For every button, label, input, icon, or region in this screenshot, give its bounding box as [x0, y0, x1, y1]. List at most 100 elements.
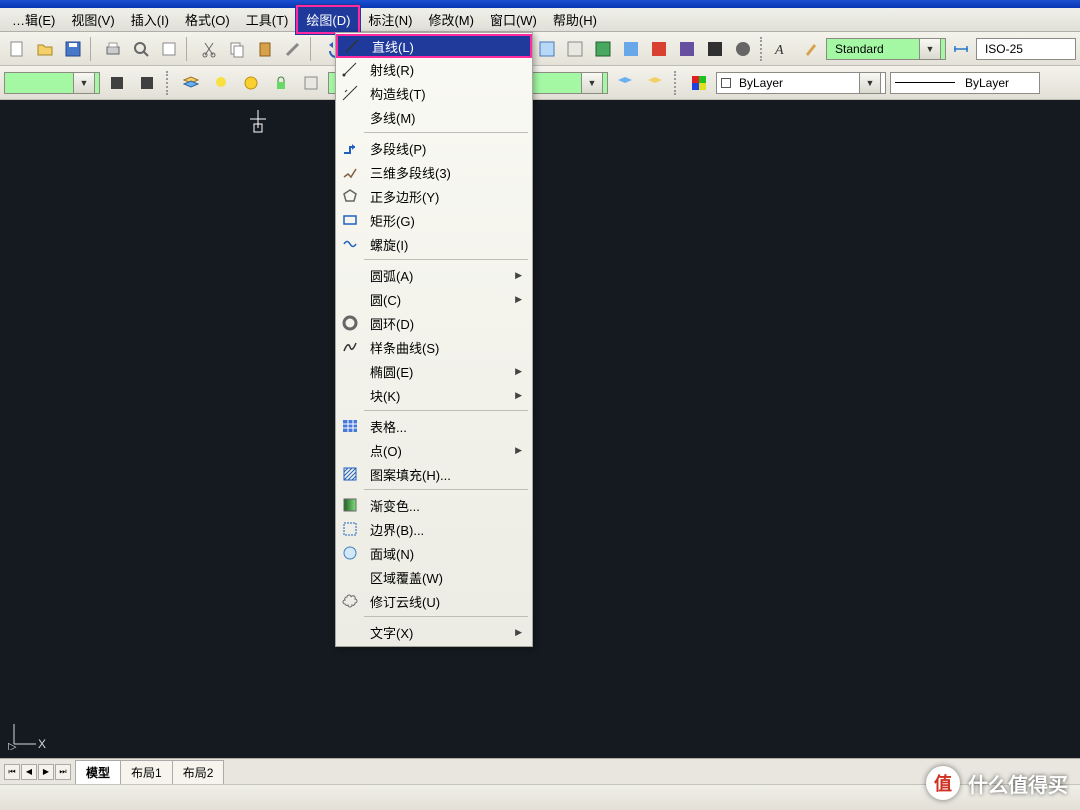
menu-label: 矩形(G) — [364, 211, 526, 230]
menu-item-circle[interactable]: 圆(C)▶ — [336, 287, 532, 311]
menu-item-line[interactable]: 直线(L) — [336, 34, 532, 58]
tb-icon[interactable] — [534, 36, 560, 62]
menu-window[interactable]: 窗口(W) — [482, 7, 545, 32]
tab-next-icon[interactable]: ▶ — [38, 764, 54, 780]
freeze-icon[interactable] — [238, 70, 264, 96]
text-style-icon[interactable]: A — [770, 36, 796, 62]
menu-label: 修订云线(U) — [364, 592, 526, 611]
menu-item-text[interactable]: 文字(X)▶ — [336, 620, 532, 644]
match-icon[interactable] — [280, 36, 306, 62]
color-icon[interactable] — [686, 70, 712, 96]
tab-model[interactable]: 模型 — [75, 760, 121, 784]
lock-icon[interactable] — [268, 70, 294, 96]
menu-item-boundary[interactable]: 边界(B)... — [336, 517, 532, 541]
menu-edit[interactable]: …辑(E) — [4, 7, 63, 32]
dim-style-icon[interactable] — [948, 36, 974, 62]
menu-item-xline[interactable]: 构造线(T) — [336, 81, 532, 105]
layer-icon[interactable] — [298, 70, 324, 96]
ellipse-icon — [336, 361, 364, 381]
dim-style-value: ISO-25 — [981, 42, 1071, 56]
menu-draw[interactable]: 绘图(D) — [296, 5, 360, 34]
menu-item-point[interactable]: 点(O)▶ — [336, 438, 532, 462]
brush-icon[interactable] — [798, 36, 824, 62]
menu-tools[interactable]: 工具(T) — [238, 7, 297, 32]
color-combo[interactable]: ByLayer ▼ — [716, 72, 886, 94]
menu-item-block[interactable]: 块(K)▶ — [336, 383, 532, 407]
menu-label: 正多边形(Y) — [364, 187, 526, 206]
text-style-combo[interactable]: Standard ▼ — [826, 38, 946, 60]
menu-item-wipeout[interactable]: 区域覆盖(W) — [336, 565, 532, 589]
tb-icon[interactable] — [590, 36, 616, 62]
menu-item-pline[interactable]: 多段线(P) — [336, 136, 532, 160]
menu-view[interactable]: 视图(V) — [63, 7, 122, 32]
menu-item-hatch[interactable]: 图案填充(H)... — [336, 462, 532, 486]
tb-icon[interactable] — [562, 36, 588, 62]
dropdown-icon[interactable]: ▼ — [919, 38, 941, 60]
svg-text:X: X — [38, 737, 46, 750]
menu-item-arc[interactable]: 圆弧(A)▶ — [336, 263, 532, 287]
open-icon[interactable] — [32, 36, 58, 62]
tb-icon[interactable] — [646, 36, 672, 62]
dropdown-icon[interactable]: ▼ — [73, 72, 95, 94]
preview-icon[interactable] — [128, 36, 154, 62]
paste-icon[interactable] — [252, 36, 278, 62]
tb-icon[interactable] — [730, 36, 756, 62]
save-icon[interactable] — [60, 36, 86, 62]
tab-layout2[interactable]: 布局2 — [172, 760, 225, 784]
submenu-arrow-icon: ▶ — [515, 366, 526, 377]
menu-item-revcloud[interactable]: 修订云线(U) — [336, 589, 532, 613]
drawing-canvas[interactable]: ▷X — [0, 100, 1080, 758]
submenu-arrow-icon: ▶ — [515, 270, 526, 281]
menu-bar: …辑(E) 视图(V) 插入(I) 格式(O) 工具(T) 绘图(D) 标注(N… — [0, 8, 1080, 32]
menu-item-rect[interactable]: 矩形(G) — [336, 208, 532, 232]
menu-item-ray[interactable]: 射线(R) — [336, 57, 532, 81]
menu-separator — [364, 259, 528, 260]
cut-icon[interactable] — [196, 36, 222, 62]
linetype-combo[interactable]: ByLayer — [890, 72, 1040, 94]
watermark-badge-icon: 值 — [926, 766, 960, 800]
svg-text:A: A — [774, 43, 784, 58]
menu-modify[interactable]: 修改(M) — [420, 7, 482, 32]
layer-prev-icon[interactable] — [104, 70, 130, 96]
layer-states-icon[interactable] — [134, 70, 160, 96]
menu-item-region[interactable]: 面域(N) — [336, 541, 532, 565]
layer-tool-icon[interactable] — [612, 70, 638, 96]
layer-props-icon[interactable] — [178, 70, 204, 96]
menu-dimension[interactable]: 标注(N) — [360, 7, 420, 32]
menu-item-spline[interactable]: 样条曲线(S) — [336, 335, 532, 359]
menu-item-mline[interactable]: 多线(M) — [336, 105, 532, 129]
menu-item-3dpoly[interactable]: 三维多段线(3) — [336, 160, 532, 184]
menu-item-donut[interactable]: 圆环(D) — [336, 311, 532, 335]
copy-icon[interactable] — [224, 36, 250, 62]
toolbar-grip[interactable] — [674, 71, 680, 95]
tb-icon[interactable] — [618, 36, 644, 62]
line-icon — [338, 36, 366, 56]
menu-item-helix[interactable]: 螺旋(I) — [336, 232, 532, 256]
tab-last-icon[interactable]: ⏭ — [55, 764, 71, 780]
bulb-icon[interactable] — [208, 70, 234, 96]
layer-combo[interactable]: ▼ — [4, 72, 100, 94]
menu-item-table[interactable]: 表格... — [336, 414, 532, 438]
tab-layout1[interactable]: 布局1 — [120, 760, 173, 784]
menu-item-ellipse[interactable]: 椭圆(E)▶ — [336, 359, 532, 383]
publish-icon[interactable] — [156, 36, 182, 62]
tb-icon[interactable] — [702, 36, 728, 62]
new-icon[interactable] — [4, 36, 30, 62]
color-swatch-icon — [721, 78, 731, 88]
dim-style-combo[interactable]: ISO-25 — [976, 38, 1076, 60]
print-icon[interactable] — [100, 36, 126, 62]
menu-format[interactable]: 格式(O) — [177, 7, 238, 32]
toolbar-grip[interactable] — [166, 71, 172, 95]
tab-prev-icon[interactable]: ◀ — [21, 764, 37, 780]
tb-icon[interactable] — [674, 36, 700, 62]
dropdown-icon[interactable]: ▼ — [859, 72, 881, 94]
dropdown-icon[interactable]: ▼ — [581, 72, 603, 94]
menu-insert[interactable]: 插入(I) — [123, 7, 177, 32]
layer-tool-icon[interactable] — [642, 70, 668, 96]
menu-item-polygon[interactable]: 正多边形(Y) — [336, 184, 532, 208]
tab-first-icon[interactable]: ⏮ — [4, 764, 20, 780]
menu-help[interactable]: 帮助(H) — [545, 7, 605, 32]
menu-item-gradient[interactable]: 渐变色... — [336, 493, 532, 517]
toolbar-grip[interactable] — [760, 37, 766, 61]
donut-icon — [336, 313, 364, 333]
